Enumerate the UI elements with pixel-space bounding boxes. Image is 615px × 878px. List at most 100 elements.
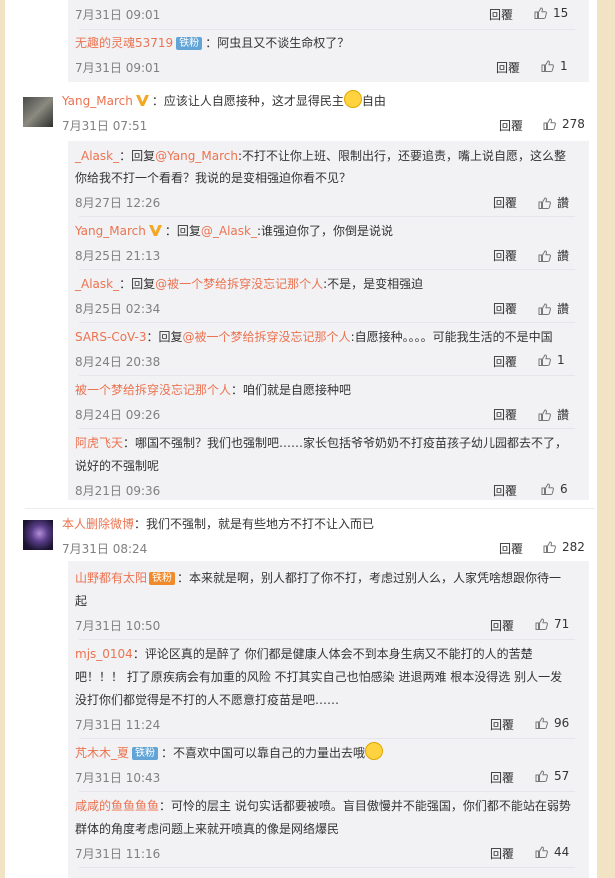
thumb-up-icon	[543, 541, 556, 553]
timestamp: 7月31日 11:16	[75, 847, 161, 861]
user-name[interactable]: 被一个梦给拆穿没忘记那个人	[75, 383, 231, 397]
like-button[interactable]: 278	[543, 117, 585, 131]
subcomment: _Alask_：回复@Yang_March:不打不让你上班、限制出行，还要追责，…	[75, 145, 566, 167]
user-name[interactable]: Yang_March	[75, 224, 146, 238]
thumb-up-icon	[543, 118, 556, 130]
user-name[interactable]: 本人删除微博	[62, 517, 134, 531]
user-name[interactable]: 咸咸的鱼鱼鱼鱼	[75, 799, 159, 813]
reply-button[interactable]: 回覆	[493, 247, 517, 264]
subcomment: Yang_March ：回复@_Alask_:谁强迫你了，你倒是说说	[75, 220, 393, 242]
like-button[interactable]: 282	[543, 540, 585, 554]
reply-button[interactable]: 回覆	[493, 406, 517, 423]
like-count: 讚	[557, 196, 570, 210]
comment-text-line2: 你给我不打一个看看？我说的是变相强迫你看不见？	[75, 171, 352, 185]
timestamp: 7月31日 07:51	[62, 119, 148, 133]
reply-button[interactable]: 回覆	[490, 617, 514, 634]
user-name[interactable]: _Alask_	[75, 277, 119, 291]
timestamp: 8月24日 20:38	[75, 355, 161, 369]
timestamp: 7月31日 09:01	[75, 61, 161, 75]
comment-text: :不打不让你上班、限制出行，还要追责，嘴上说自愿，这么整	[237, 149, 567, 163]
like-count: 282	[562, 540, 585, 554]
verified-v-icon	[135, 95, 149, 106]
subcomment: SARS-CoV-3：回复@被一个梦给拆穿没忘记那个人:自愿接种。。。。可能我生…	[75, 326, 553, 348]
reply-button[interactable]: 回覆	[490, 716, 514, 733]
reply-prefix: ：回复	[164, 224, 201, 238]
like-count: 讚	[557, 249, 570, 263]
fan-badge: 铁粉	[176, 37, 203, 50]
comment-text-end: 自由	[361, 94, 386, 108]
subcomment: mjs_0104：评论区真的是醉了 你们都是健康人体会不到本身生病又不能打的人的…	[75, 643, 533, 665]
like-button[interactable]: 讚	[538, 247, 569, 264]
comment-text: :自愿接种。。。。可能我生活的不是中国	[350, 330, 553, 344]
fan-badge: 铁粉	[149, 572, 176, 585]
like-count: 1	[557, 353, 565, 367]
reply-button[interactable]: 回覆	[499, 117, 523, 134]
user-name[interactable]: SARS-CoV-3	[75, 330, 147, 344]
user-name[interactable]: _Alask_	[75, 149, 119, 163]
user-name[interactable]: 山野都有太阳	[75, 571, 147, 585]
thumb-up-icon	[538, 354, 551, 366]
reply-button[interactable]: 回覆	[496, 59, 520, 76]
reply-button[interactable]: 回覆	[490, 845, 514, 862]
thumb-up-icon	[534, 7, 547, 19]
subcomment: 山野都有太阳 铁粉 ：本来就是啊，别人都打了你不打，考虑过别人么，人家凭啥想跟你待一	[75, 567, 561, 589]
user-name[interactable]: 无趣的灵魂53719	[75, 36, 173, 50]
mention-link[interactable]: @被一个梦给拆穿没忘记那个人	[155, 277, 323, 291]
like-button[interactable]: 1	[541, 59, 568, 73]
comment: Yang_March ：应该让人自愿接种，这才显得民主 自由	[62, 90, 386, 112]
timestamp: 7月31日 10:43	[75, 771, 161, 785]
page-margin	[597, 0, 615, 878]
comment-text: :谁强迫你了，你倒是说说	[256, 224, 394, 238]
comment-text: ：应该让人自愿接种，这才显得民主	[151, 94, 344, 108]
like-button[interactable]: 96	[535, 716, 569, 730]
like-button[interactable]: 讚	[538, 194, 569, 211]
timestamp: 7月31日 08:24	[62, 542, 148, 556]
reply-button[interactable]: 回覆	[493, 194, 517, 211]
like-button[interactable]: 44	[535, 845, 569, 859]
like-count: 1	[560, 59, 568, 73]
like-count: 讚	[557, 302, 570, 316]
comment-text: ：我们不强制，就是有些地方不打不让入而已	[134, 517, 375, 531]
timestamp: 7月31日 11:24	[75, 718, 161, 732]
comment-text: ：哪国不强制？我们也强制吧……家长包括爷爷奶奶不打疫苗孩子幼儿园都去不了，	[123, 436, 568, 450]
reply-button[interactable]: 回覆	[499, 540, 523, 557]
thumb-up-icon	[538, 409, 551, 421]
like-button[interactable]: 57	[535, 769, 569, 783]
like-button[interactable]: 讚	[538, 300, 569, 317]
avatar[interactable]	[23, 520, 53, 550]
reply-button[interactable]: 回覆	[493, 482, 517, 499]
timestamp: 8月25日 02:34	[75, 302, 161, 316]
like-button[interactable]: 71	[535, 617, 569, 631]
like-count: 71	[554, 617, 570, 631]
like-button[interactable]: 6	[541, 482, 568, 496]
mention-link[interactable]: @被一个梦给拆穿没忘记那个人	[183, 330, 351, 344]
smile-emoji-icon	[343, 90, 362, 108]
comment-text-line2: 起	[75, 594, 88, 608]
like-count: 15	[553, 6, 569, 20]
reply-button[interactable]: 回覆	[493, 300, 517, 317]
thumb-up-icon	[535, 618, 548, 630]
reply-button[interactable]: 回覆	[489, 6, 513, 23]
user-name[interactable]: Yang_March	[62, 94, 133, 108]
user-name[interactable]: 阿虎飞天	[75, 436, 123, 450]
user-name[interactable]: mjs_0104	[75, 647, 133, 661]
reply-button[interactable]: 回覆	[490, 769, 514, 786]
mention-link[interactable]: @Yang_March	[155, 149, 238, 163]
timestamp: 8月27日 12:26	[75, 196, 161, 210]
reply-prefix: ：回复	[119, 149, 156, 163]
timestamp: 8月24日 09:26	[75, 408, 161, 422]
like-button[interactable]: 讚	[538, 406, 569, 423]
reply-button[interactable]: 回覆	[493, 353, 517, 370]
avatar[interactable]	[23, 97, 53, 127]
subcomment: 无趣的灵魂53719 铁粉 ：阿虫且又不谈生命权了？	[75, 32, 349, 54]
thumb-up-icon	[541, 483, 554, 495]
mention-link[interactable]: @_Alask_	[201, 224, 257, 238]
user-name[interactable]: 芃木木_夏	[75, 746, 129, 760]
comment-text: ：评论区真的是醉了 你们都是健康人体会不到本身生病又不能打的人的苦楚	[132, 647, 533, 661]
like-count: 讚	[557, 408, 570, 422]
timestamp: 8月25日 21:13	[75, 249, 161, 263]
like-button[interactable]: 1	[538, 353, 565, 367]
thumb-up-icon	[535, 770, 548, 782]
like-button[interactable]: 15	[534, 6, 568, 20]
comment-text: :不是，是变相强迫	[323, 277, 424, 291]
